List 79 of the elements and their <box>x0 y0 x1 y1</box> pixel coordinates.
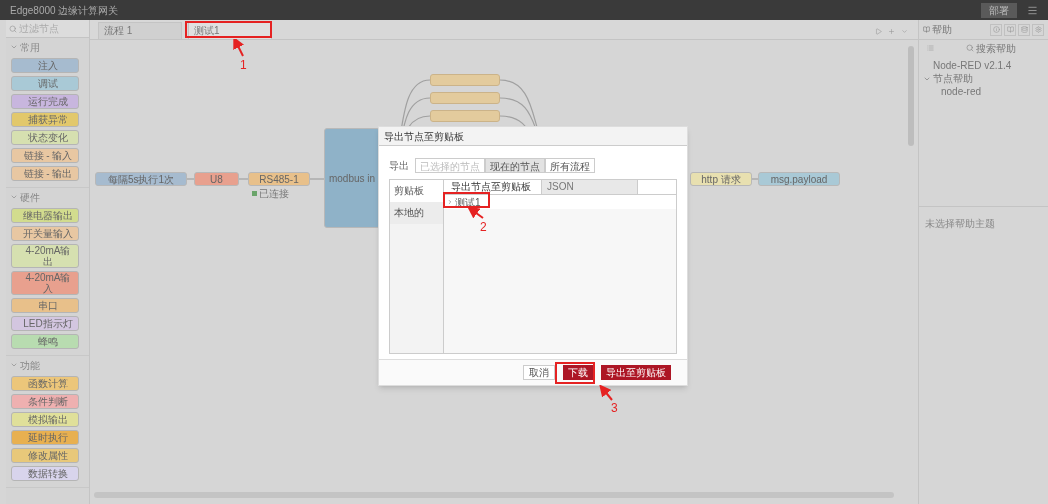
palette-node[interactable]: 链接 - 输出 <box>11 166 79 181</box>
sidebar-tab-button[interactable] <box>1018 23 1030 36</box>
flow-node[interactable]: U8 <box>194 172 239 186</box>
sidebar-tab-button[interactable] <box>1032 23 1044 36</box>
wire <box>309 178 325 180</box>
annotation-box <box>555 362 595 384</box>
palette-node[interactable]: 继电器输出 <box>11 208 79 223</box>
flow-node[interactable]: http 请求 <box>690 172 752 186</box>
palette-node[interactable]: 数据转换 <box>11 466 79 481</box>
help-tree-item[interactable]: node-red <box>931 85 1044 98</box>
sidebar-tab-button[interactable] <box>1004 23 1016 36</box>
palette-node[interactable]: 调试 <box>11 76 79 91</box>
flow-node[interactable] <box>430 92 500 104</box>
wire <box>238 178 249 180</box>
palette-node[interactable]: 修改属性 <box>11 448 79 463</box>
chevron-down-icon <box>10 43 18 51</box>
annotation-arrow <box>232 39 246 57</box>
flow-node[interactable]: RS485-1 <box>248 172 310 186</box>
search-icon <box>966 44 974 52</box>
status-text: 已连接 <box>259 188 289 199</box>
menu-icon[interactable] <box>1027 4 1038 16</box>
wire <box>751 178 759 180</box>
scope-toggle[interactable]: 现在的节点 <box>485 158 545 173</box>
flow-node[interactable] <box>430 110 500 122</box>
annotation-number: 1 <box>240 59 247 71</box>
chevron-right-icon <box>447 199 453 205</box>
palette-node[interactable]: 串口 <box>11 298 79 313</box>
palette-node[interactable]: 开关量输入 <box>11 226 79 241</box>
flow-tab[interactable]: 流程 1 <box>98 22 182 39</box>
export-tab[interactable]: JSON <box>542 180 638 194</box>
palette-node[interactable]: 运行完成 <box>11 94 79 109</box>
annotation-arrow <box>466 206 486 220</box>
chevron-down-icon[interactable] <box>901 28 908 35</box>
target-tab[interactable]: 剪贴板 <box>390 180 443 202</box>
category-header[interactable]: 功能 <box>6 356 89 374</box>
help-tree-item[interactable]: 节点帮助 <box>923 72 1044 85</box>
help-search-field[interactable]: 搜索帮助 <box>966 40 1040 56</box>
scope-toggle[interactable]: 所有流程 <box>545 158 595 173</box>
empty-help-text: 未选择帮助主题 <box>925 218 995 229</box>
dialog-title: 导出节点至剪贴板 <box>384 129 464 144</box>
palette-node[interactable]: 链接 - 输入 <box>11 148 79 163</box>
wire <box>186 178 195 180</box>
palette-node[interactable]: 延时执行 <box>11 430 79 445</box>
sidebar-tab-button[interactable] <box>990 23 1002 36</box>
add-icon[interactable] <box>888 28 895 35</box>
app-title: Edge8000 边缘计算网关 <box>10 3 119 18</box>
dialog-button[interactable]: 导出至剪贴板 <box>601 365 671 380</box>
annotation-box <box>443 192 490 208</box>
palette-node[interactable]: 4-20mA输出 <box>11 244 79 268</box>
palette-node[interactable]: 状态变化 <box>11 130 79 145</box>
dialog-button[interactable]: 取消 <box>523 365 555 380</box>
deploy-button[interactable]: 部署 <box>981 2 1017 18</box>
annotation-number: 2 <box>480 221 487 233</box>
help-tab[interactable]: 帮助 <box>923 22 952 37</box>
dialog-button[interactable]: 下载 <box>563 365 593 380</box>
flow-node[interactable]: 每隔5s执行1次 <box>95 172 187 186</box>
palette-node[interactable]: 4-20mA输入 <box>11 271 79 295</box>
palette-node[interactable]: 条件判断 <box>11 394 79 409</box>
search-icon <box>9 24 17 33</box>
palette-node[interactable]: LED指示灯 <box>11 316 79 331</box>
target-tab[interactable]: 本地的 <box>390 202 443 224</box>
annotation-number: 3 <box>611 402 618 414</box>
palette-node[interactable]: 捕获异常 <box>11 112 79 127</box>
palette-node[interactable]: 函数计算 <box>11 376 79 391</box>
palette-node[interactable]: 模拟输出 <box>11 412 79 427</box>
help-tree-item[interactable]: Node-RED v2.1.4 <box>923 59 1044 72</box>
export-label: 导出 <box>389 159 409 173</box>
flow-node[interactable]: modbus in <box>324 128 380 228</box>
palette-node[interactable]: 蜂鸣 <box>11 334 79 349</box>
book-icon <box>923 26 930 33</box>
palette-node[interactable]: 注入 <box>11 58 79 73</box>
flow-node[interactable]: msg.payload <box>758 172 840 186</box>
annotation-arrow <box>598 385 614 402</box>
category-header[interactable]: 常用 <box>6 38 89 56</box>
chevron-down-icon <box>10 361 18 369</box>
category-header[interactable]: 硬件 <box>6 188 89 206</box>
chevron-down-icon <box>10 193 18 201</box>
play-icon[interactable] <box>875 28 882 35</box>
flow-node[interactable] <box>430 74 500 86</box>
